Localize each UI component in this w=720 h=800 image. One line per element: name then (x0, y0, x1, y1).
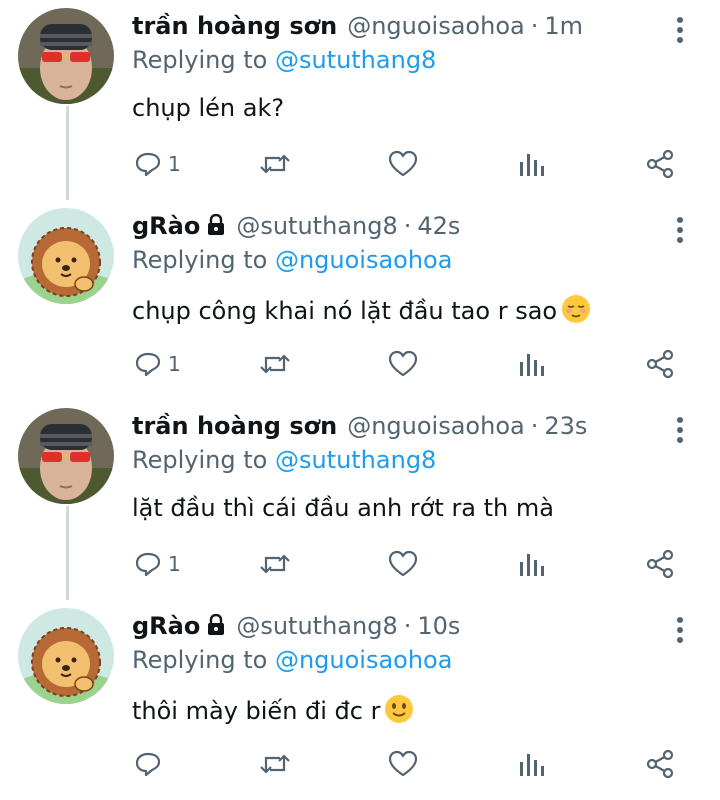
tweet[interactable]: trần hoàng sơn @nguoisaohoa · 1m Replyin… (0, 0, 720, 200)
action-bar (0, 746, 720, 782)
retweet-icon (260, 354, 290, 374)
replying-to-handle[interactable]: @nguoisaohoa (275, 646, 453, 674)
reply-icon (135, 152, 161, 177)
more-options-icon[interactable] (672, 216, 688, 244)
tweet-text-content: chụp công khai nó lặt đầu tao r sao (132, 297, 558, 325)
reply-button[interactable] (134, 746, 168, 782)
tweet-text: chụp lén ak? (132, 94, 284, 122)
display-name[interactable]: trần hoàng sơn (132, 12, 337, 40)
separator-dot: · (530, 12, 539, 40)
timestamp[interactable]: 1m (544, 12, 583, 40)
replying-to: Replying to @sututhang8 (132, 446, 436, 474)
like-button[interactable] (388, 346, 418, 382)
share-button[interactable] (646, 546, 674, 582)
replying-to: Replying to @nguoisaohoa (132, 246, 452, 274)
tweet-text: thôi mày biến đi đc r (132, 694, 414, 730)
reply-icon (135, 752, 161, 777)
action-bar: 1 (0, 146, 720, 182)
action-bar: 1 (0, 546, 720, 582)
share-icon (646, 750, 674, 778)
display-name[interactable]: gRào (132, 212, 200, 240)
action-bar: 1 (0, 346, 720, 382)
replying-to: Replying to @nguoisaohoa (132, 646, 452, 674)
timestamp[interactable]: 10s (417, 612, 460, 640)
user-handle[interactable]: @nguoisaohoa (347, 412, 525, 440)
user-handle[interactable]: @nguoisaohoa (347, 12, 525, 40)
retweet-button[interactable] (258, 346, 292, 382)
like-button[interactable] (388, 746, 418, 782)
reply-button[interactable]: 1 (134, 546, 181, 582)
analytics-icon (520, 154, 544, 176)
share-icon (646, 550, 674, 578)
replying-to-handle[interactable]: @sututhang8 (275, 446, 436, 474)
tweet[interactable]: trần hoàng sơn @nguoisaohoa · 23s Replyi… (0, 400, 720, 600)
timestamp[interactable]: 23s (544, 412, 587, 440)
tweet-text-content: chụp lén ak? (132, 94, 285, 122)
tweet[interactable]: gRào @sututhang8 · 10s Replying to @nguo… (0, 600, 720, 800)
reply-count: 1 (168, 552, 181, 576)
separator-dot: · (530, 412, 539, 440)
user-handle[interactable]: @sututhang8 (236, 612, 397, 640)
more-options-icon[interactable] (672, 416, 688, 444)
reply-button[interactable]: 1 (134, 346, 181, 382)
replying-to-handle[interactable]: @nguoisaohoa (275, 246, 453, 274)
display-name[interactable]: gRào (132, 612, 200, 640)
replying-to-handle[interactable]: @sututhang8 (275, 46, 436, 74)
user-handle[interactable]: @sututhang8 (236, 212, 397, 240)
retweet-button[interactable] (258, 746, 292, 782)
heart-icon (388, 750, 418, 777)
like-button[interactable] (388, 546, 418, 582)
analytics-button[interactable] (518, 346, 544, 382)
separator-dot: · (403, 212, 412, 240)
tweet[interactable]: gRào @sututhang8 · 42s Replying to @nguo… (0, 200, 720, 400)
avatar[interactable] (18, 608, 114, 704)
analytics-icon (520, 354, 544, 376)
avatar[interactable] (18, 208, 114, 304)
replying-to-label: Replying to (132, 646, 275, 674)
reply-count: 1 (168, 352, 181, 376)
heart-icon (388, 350, 418, 377)
analytics-button[interactable] (518, 146, 544, 182)
tweet-text: lặt đầu thì cái đầu anh rớt ra th mà (132, 494, 554, 522)
share-button[interactable] (646, 346, 674, 382)
heart-icon (388, 550, 418, 577)
reply-count: 1 (168, 152, 181, 176)
analytics-icon (520, 554, 544, 576)
like-button[interactable] (388, 146, 418, 182)
replying-to-label: Replying to (132, 446, 275, 474)
share-icon (646, 350, 674, 378)
reply-button[interactable]: 1 (134, 146, 181, 182)
analytics-icon (520, 754, 544, 776)
retweet-button[interactable] (258, 546, 292, 582)
analytics-button[interactable] (518, 746, 544, 782)
avatar[interactable] (18, 8, 114, 104)
lock-icon (206, 613, 226, 642)
tweet-text-content: thôi mày biến đi đc r (132, 697, 381, 725)
retweet-icon (260, 554, 290, 574)
tweet-text-content: lặt đầu thì cái đầu anh rớt ra th mà (132, 494, 554, 522)
share-button[interactable] (646, 146, 674, 182)
heart-icon (388, 150, 418, 177)
slightly-smiling-face-emoji (384, 694, 414, 730)
more-options-icon[interactable] (672, 616, 688, 644)
timestamp[interactable]: 42s (417, 212, 460, 240)
relieved-face-emoji (561, 294, 591, 330)
separator-dot: · (403, 612, 412, 640)
tweet-text: chụp công khai nó lặt đầu tao r sao (132, 294, 591, 330)
more-options-icon[interactable] (672, 16, 688, 44)
share-button[interactable] (646, 746, 674, 782)
retweet-icon (260, 154, 290, 174)
avatar[interactable] (18, 408, 114, 504)
replying-to-label: Replying to (132, 46, 275, 74)
lock-icon (206, 213, 226, 242)
reply-icon (135, 552, 161, 577)
replying-to: Replying to @sututhang8 (132, 46, 436, 74)
display-name[interactable]: trần hoàng sơn (132, 412, 337, 440)
analytics-button[interactable] (518, 546, 544, 582)
replying-to-label: Replying to (132, 246, 275, 274)
share-icon (646, 150, 674, 178)
reply-icon (135, 352, 161, 377)
retweet-icon (260, 754, 290, 774)
retweet-button[interactable] (258, 146, 292, 182)
